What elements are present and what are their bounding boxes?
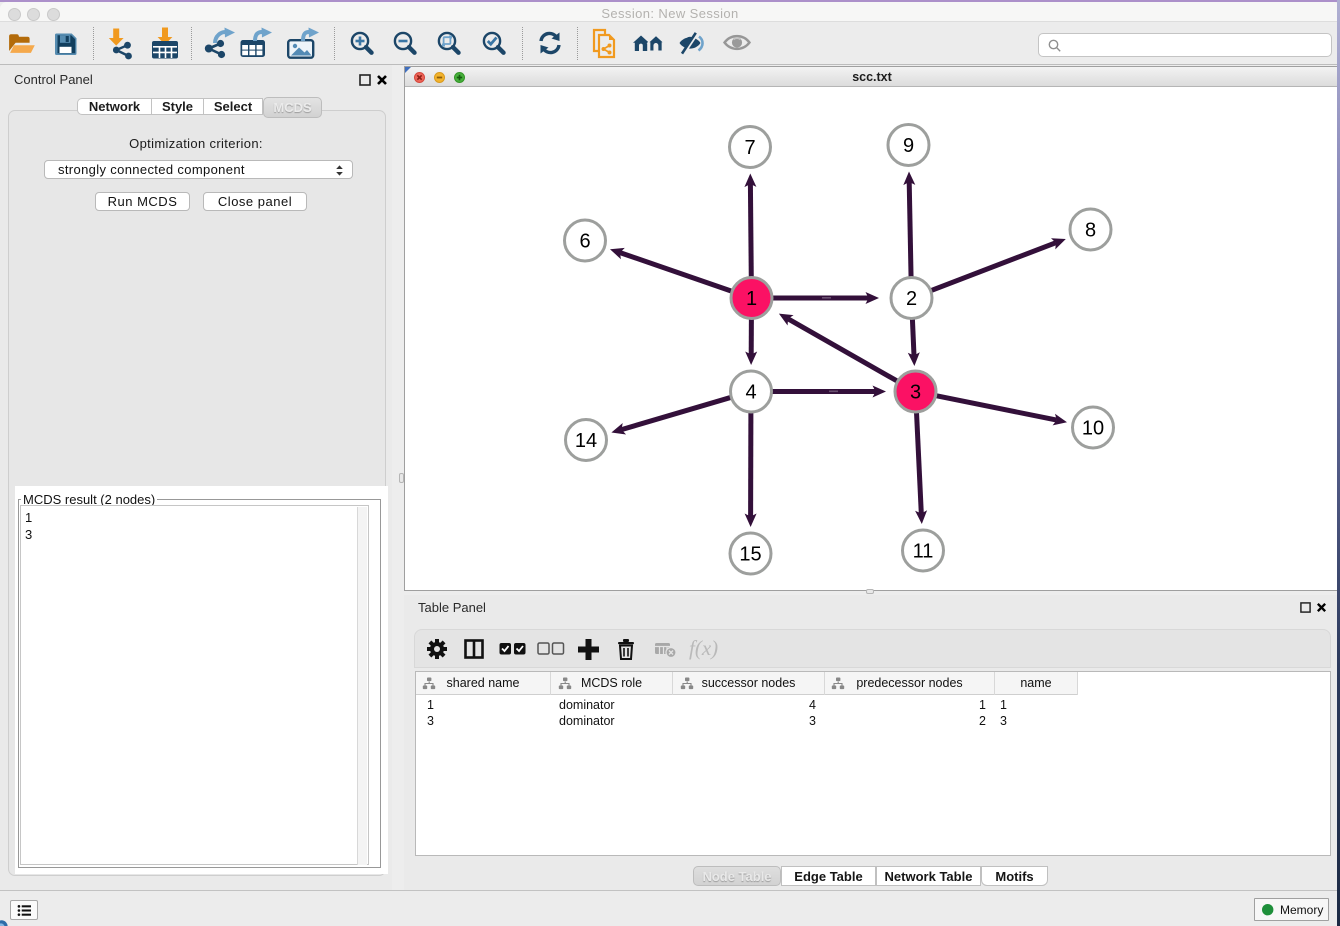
svg-text:10: 10 — [1082, 418, 1104, 440]
svg-text:15: 15 — [739, 544, 761, 566]
svg-text:14: 14 — [575, 430, 597, 452]
svg-text:9: 9 — [903, 135, 914, 157]
svg-text:2: 2 — [906, 288, 917, 310]
svg-text:6: 6 — [579, 231, 590, 253]
svg-text:1: 1 — [746, 288, 757, 310]
svg-text:7: 7 — [744, 137, 755, 159]
svg-text:8: 8 — [1085, 220, 1096, 242]
svg-text:3: 3 — [910, 382, 921, 404]
svg-text:4: 4 — [745, 382, 756, 404]
svg-text:11: 11 — [913, 541, 934, 563]
